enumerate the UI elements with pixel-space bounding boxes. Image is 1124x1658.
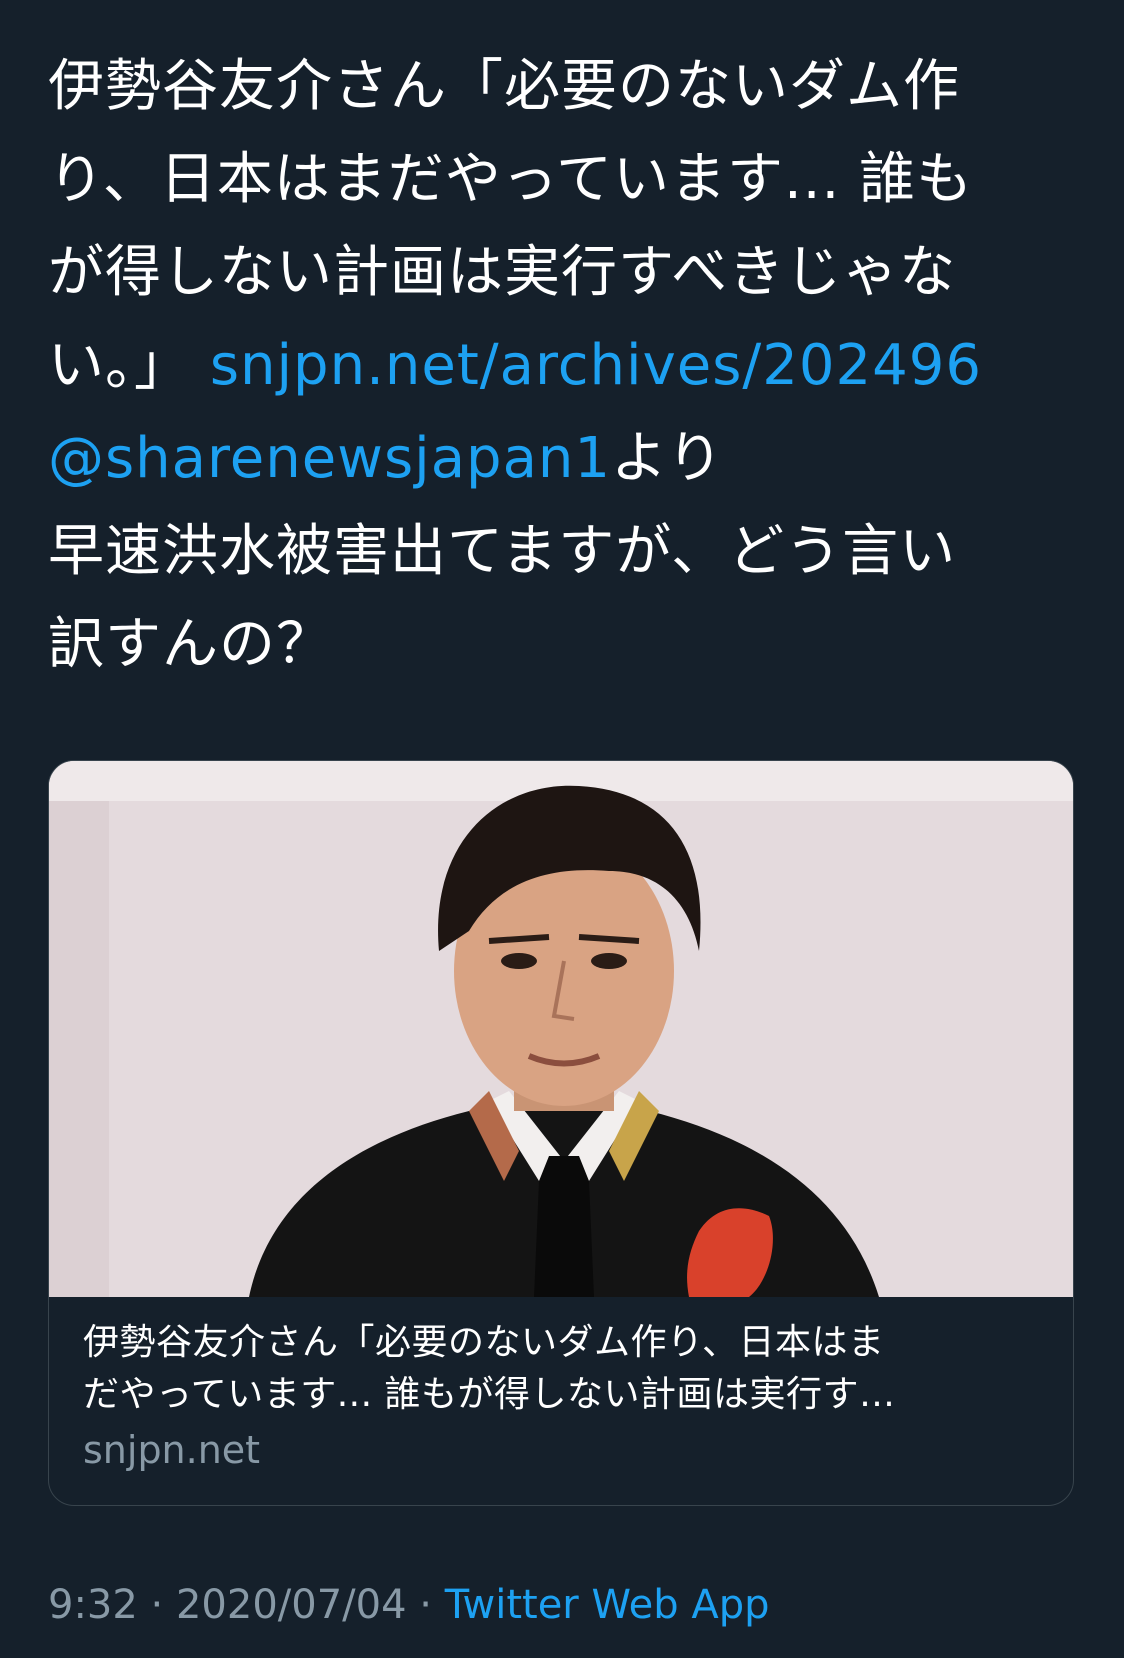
tweet-line-with-link: い。」 snjpn.net/archives/202496 <box>48 319 1088 412</box>
tweet-source-link[interactable]: Twitter Web App <box>445 1582 770 1628</box>
tweet-meta: 9:32 · 2020/07/04 · Twitter Web App <box>48 1580 770 1630</box>
article-link[interactable]: snjpn.net/archives/202496 <box>210 333 982 398</box>
tweet-line: が得しない計画は実行すべきじゃな <box>48 240 957 305</box>
tweet-time: 9:32 <box>48 1582 138 1628</box>
reply-line: 訳すんの？ <box>48 612 333 677</box>
mention-suffix: より <box>611 426 724 491</box>
link-preview-card[interactable]: 伊勢谷友介さん「必要のないダム作り、日本はま だやっています... 誰もが得しな… <box>48 760 1074 1506</box>
card-title: 伊勢谷友介さん「必要のないダム作り、日本はま だやっています... 誰もが得しな… <box>83 1317 1043 1421</box>
tweet-line: 伊勢谷友介さん「必要のないダム作 <box>48 54 960 119</box>
card-image[interactable] <box>49 761 1073 1297</box>
card-body: 伊勢谷友介さん「必要のないダム作り、日本はま だやっています... 誰もが得しな… <box>83 1317 1043 1477</box>
card-title-line: だやっています... 誰もが得しない計画は実行す… <box>83 1374 896 1415</box>
card-domain: snjpn.net <box>83 1428 261 1472</box>
tweet-date: 2020/07/04 <box>175 1582 407 1628</box>
reply-line: 早速洪水被害出てますが、どう言い <box>48 519 957 584</box>
card-title-line: 伊勢谷友介さん「必要のないダム作り、日本はま <box>83 1322 885 1363</box>
portrait-photo-icon <box>49 761 1073 1297</box>
mention-line: @sharenewsjapan1より <box>48 412 1088 505</box>
tweet-line: り、日本はまだやっています... 誰も <box>48 147 974 212</box>
meta-separator: · <box>419 1582 432 1628</box>
mention-link[interactable]: @sharenewsjapan1 <box>48 426 611 491</box>
tweet-text: 伊勢谷友介さん「必要のないダム作 り、日本はまだやっています... 誰も が得し… <box>48 40 1088 691</box>
meta-separator: · <box>150 1582 164 1628</box>
tweet-line: い。」 <box>48 333 191 398</box>
